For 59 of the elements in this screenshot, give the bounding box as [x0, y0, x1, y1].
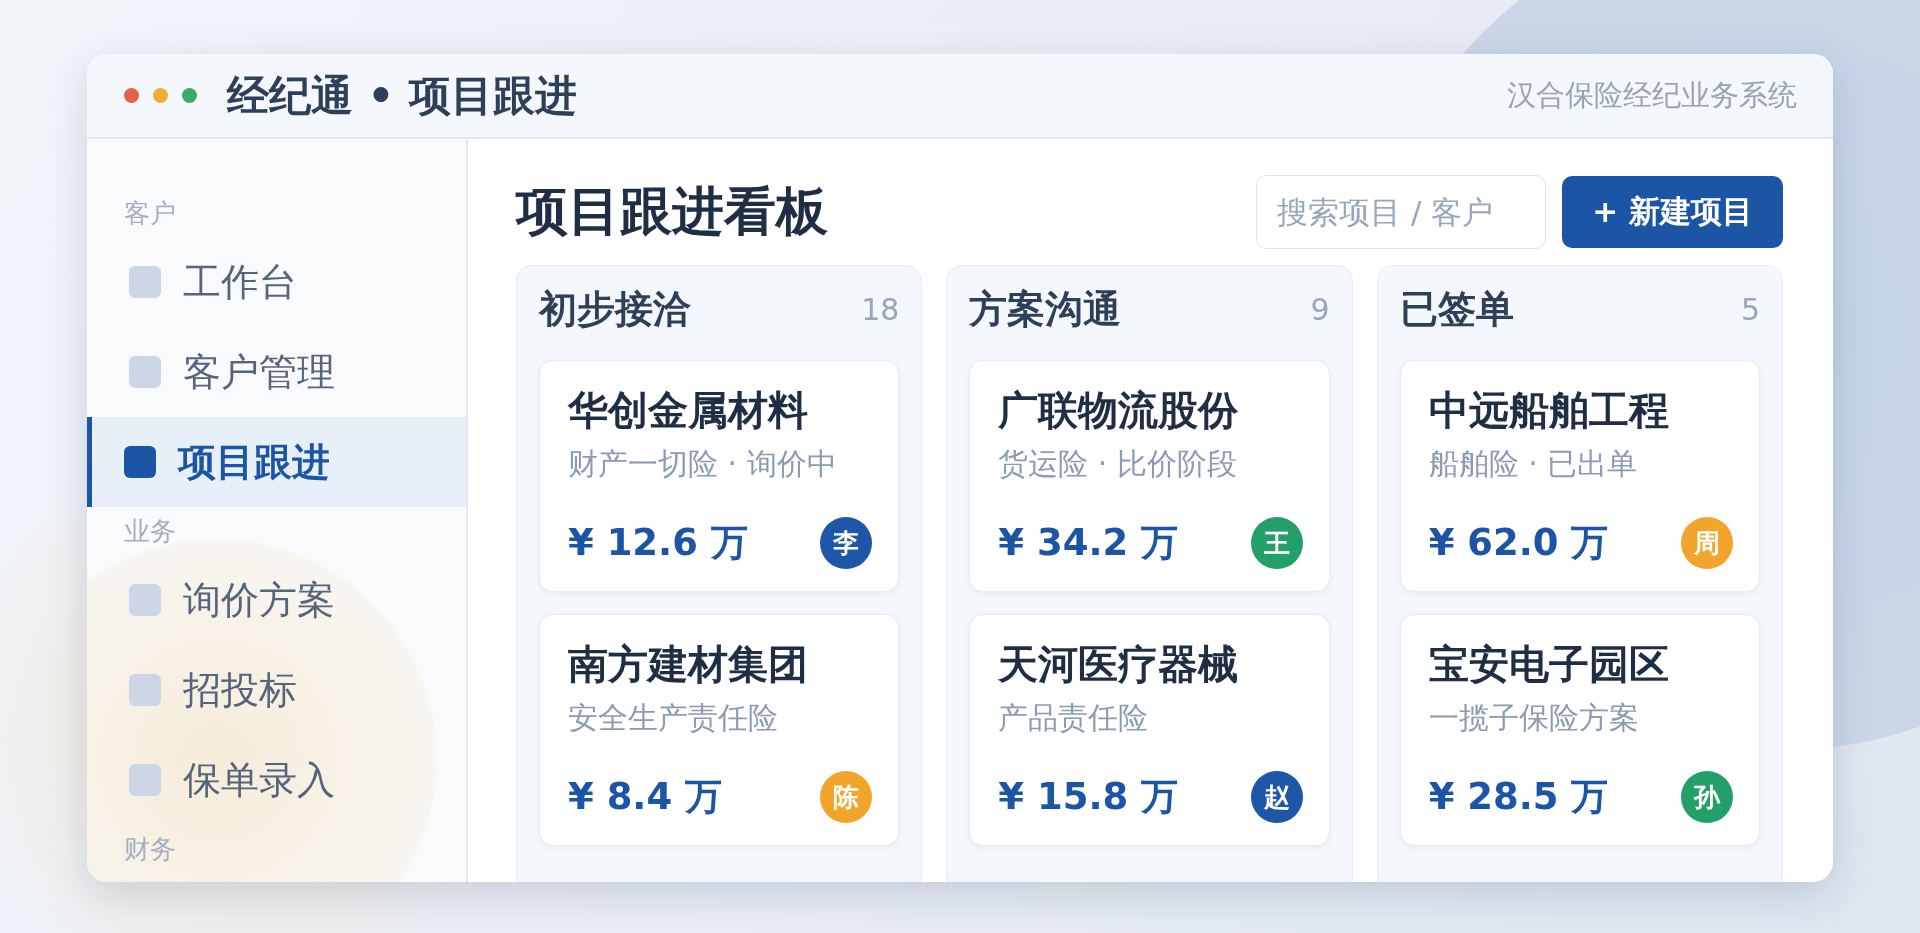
client-name: 中远船舶工程	[1428, 387, 1670, 433]
owner-avatar: 周	[1681, 517, 1733, 569]
maximize-button[interactable]	[182, 88, 197, 103]
premium-amount: ¥ 12.6 万	[568, 520, 748, 566]
sidebar-item[interactable]: 保单录入	[87, 735, 466, 825]
premium-amount: ¥ 8.4 万	[568, 774, 723, 820]
column-count: 9	[1310, 291, 1330, 327]
square-icon	[129, 764, 161, 796]
project-detail: 安全生产责任险	[568, 701, 779, 735]
square-icon	[129, 674, 161, 706]
sidebar-section-label: 财务	[123, 833, 177, 866]
premium-amount: ¥ 28.5 万	[1428, 774, 1609, 820]
client-name: 华创金属材料	[568, 387, 809, 433]
project-card[interactable]: 广联物流股份 货运险 · 比价阶段 ¥ 34.2 万 王	[969, 360, 1330, 592]
sidebar-section-label: 客户	[123, 197, 177, 230]
sidebar-item[interactable]: 项目跟进	[87, 417, 466, 507]
premium-amount: ¥ 15.8 万	[998, 774, 1179, 820]
project-card[interactable]: 南方建材集团 安全生产责任险 ¥ 8.4 万 陈	[539, 614, 900, 846]
premium-amount: ¥ 34.2 万	[998, 520, 1179, 566]
column-count: 5	[1740, 291, 1760, 327]
sidebar-item[interactable]: 客户管理	[87, 327, 466, 417]
square-icon	[129, 266, 161, 298]
project-card[interactable]: 天河医疗器械 产品责任险 ¥ 15.8 万 赵	[969, 614, 1330, 846]
owner-avatar: 李	[820, 517, 873, 569]
client-name: 南方建材集团	[568, 641, 809, 687]
search-field[interactable]: 搜索项目 / 客户	[1256, 175, 1547, 249]
project-detail: 船舶险 · 已出单	[1428, 447, 1639, 481]
owner-avatar: 赵	[1250, 771, 1303, 823]
minimize-button[interactable]	[153, 88, 168, 103]
window-title: 经纪通 • 项目跟进	[227, 69, 578, 122]
page-heading: 项目跟进看板	[516, 180, 828, 243]
client-name: 天河医疗器械	[998, 641, 1240, 687]
project-card[interactable]: 华创金属材料 财产一切险 · 询价中 ¥ 12.6 万 李	[539, 360, 900, 592]
square-icon	[129, 356, 161, 388]
column-title: 初步接洽	[539, 285, 691, 333]
column-title: 已签单	[1399, 285, 1514, 333]
new-project-button[interactable]: + 新建项目	[1562, 176, 1783, 248]
system-name: 汉合保险经纪业务系统	[1507, 76, 1797, 114]
close-button[interactable]	[124, 88, 139, 103]
sidebar-item[interactable]: 询价方案	[87, 555, 466, 645]
project-detail: 货运险 · 比价阶段	[998, 447, 1238, 481]
square-icon	[129, 584, 161, 616]
sidebar-item[interactable]: 工作台	[87, 237, 466, 327]
sidebar-section-label: 业务	[123, 515, 177, 548]
project-detail: 一揽子保险方案	[1428, 701, 1640, 735]
client-name: 广联物流股份	[998, 387, 1240, 433]
project-card[interactable]: 中远船舶工程 船舶险 · 已出单 ¥ 62.0 万 周	[1399, 360, 1760, 592]
owner-avatar: 孙	[1681, 771, 1733, 823]
column-title: 方案沟通	[969, 285, 1122, 333]
owner-avatar: 陈	[820, 771, 873, 823]
client-name: 宝安电子园区	[1428, 641, 1670, 687]
project-detail: 产品责任险	[998, 701, 1150, 735]
square-icon	[124, 446, 156, 478]
owner-avatar: 王	[1250, 517, 1303, 569]
project-detail: 财产一切险 · 询价中	[568, 447, 838, 481]
sidebar-item[interactable]: 招投标	[87, 645, 466, 735]
project-card[interactable]: 宝安电子园区 一揽子保险方案 ¥ 28.5 万 孙	[1399, 614, 1760, 846]
premium-amount: ¥ 62.0 万	[1428, 520, 1609, 566]
column-count: 18	[861, 291, 900, 327]
